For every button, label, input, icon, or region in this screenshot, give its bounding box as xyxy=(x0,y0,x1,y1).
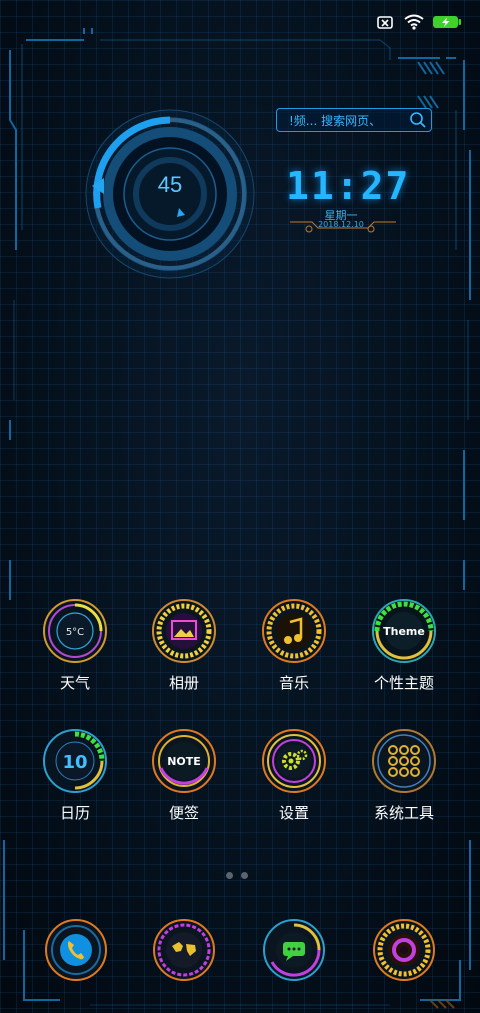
home-screen: !频... 搜索网页、 45 11:27 星期一 2018.12.10 5°C … xyxy=(0,0,480,1013)
app-label: 音乐 xyxy=(278,674,309,692)
gauge-value: 45 xyxy=(157,172,183,197)
app-weather[interactable]: 5°C 天气 xyxy=(25,598,125,693)
svg-text:Theme: Theme xyxy=(383,625,425,638)
music-icon xyxy=(262,599,326,663)
wifi-icon xyxy=(404,14,424,30)
weather-icon: 5°C xyxy=(43,599,107,663)
app-label: 相册 xyxy=(168,674,199,692)
app-label: 天气 xyxy=(59,674,90,692)
svg-text:5°C: 5°C xyxy=(66,627,84,638)
app-label: 设置 xyxy=(278,804,309,822)
messages-icon xyxy=(263,919,325,981)
battery-charging-icon xyxy=(433,16,461,28)
svg-text:NOTE: NOTE xyxy=(167,755,201,768)
app-gallery[interactable]: 相册 xyxy=(134,598,234,693)
page-dot-2[interactable] xyxy=(241,872,248,879)
app-label: 个性主题 xyxy=(373,674,434,692)
dock-phone[interactable] xyxy=(26,918,126,982)
clock-time[interactable]: 11:27 xyxy=(286,166,408,206)
app-music[interactable]: 音乐 xyxy=(244,598,344,693)
gallery-icon xyxy=(152,599,216,663)
theme-icon: Theme xyxy=(372,599,436,663)
app-label: 便签 xyxy=(168,804,199,822)
page-dot-1[interactable] xyxy=(226,872,233,879)
notes-icon: NOTE xyxy=(152,729,216,793)
svg-text:10: 10 xyxy=(62,752,87,773)
search-bar[interactable]: !频... 搜索网页、 xyxy=(276,108,432,132)
app-settings[interactable]: 设置 xyxy=(244,728,344,823)
dock-camera[interactable] xyxy=(354,918,454,982)
app-tools[interactable]: 系统工具 xyxy=(354,728,454,823)
app-label: 系统工具 xyxy=(373,804,434,822)
app-theme[interactable]: Theme 个性主题 xyxy=(354,598,454,693)
browser-icon xyxy=(153,919,215,981)
page-indicator[interactable] xyxy=(226,872,248,879)
phone-icon xyxy=(45,919,107,981)
search-icon[interactable] xyxy=(407,109,429,131)
search-hint: !频... 搜索网页、 xyxy=(289,113,382,128)
app-notes[interactable]: NOTE 便签 xyxy=(134,728,234,823)
tools-icon xyxy=(372,729,436,793)
app-label: 日历 xyxy=(59,804,90,822)
gauge-widget[interactable]: 45 xyxy=(84,108,256,280)
dock-browser[interactable] xyxy=(134,918,234,982)
settings-icon xyxy=(262,729,326,793)
camera-icon xyxy=(373,919,435,981)
sim-error-icon xyxy=(377,16,393,29)
clock-date: 2018.12.10 xyxy=(318,220,364,229)
dock-messages[interactable] xyxy=(244,918,344,982)
status-bar xyxy=(376,14,462,30)
calendar-icon: 10 xyxy=(43,729,107,793)
app-calendar[interactable]: 10 日历 xyxy=(25,728,125,823)
